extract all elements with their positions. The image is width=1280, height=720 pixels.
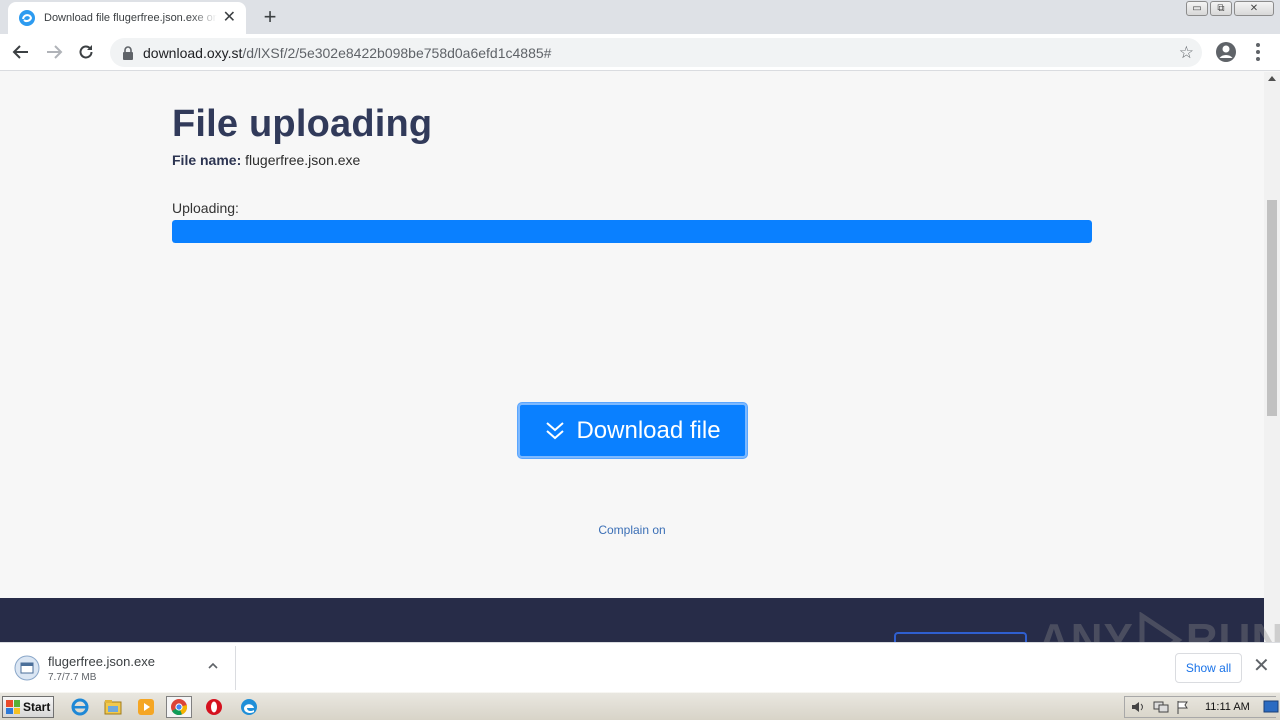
page-title: File uploading: [172, 103, 433, 145]
upload-progress-bar: [172, 220, 1092, 243]
double-chevron-down-icon: [546, 421, 565, 439]
download-item-size: 7.7/7.7 MB: [48, 671, 97, 683]
start-button[interactable]: Start: [2, 696, 54, 718]
ie-icon[interactable]: [67, 696, 93, 718]
file-name-value: flugerfree.json.exe: [245, 152, 361, 168]
url-path: /d/lXSf/2/5e302e8422b098be758d0a6efd1c48…: [242, 44, 552, 61]
browser-toolbar: download.oxy.st/d/lXSf/2/5e302e8422b098b…: [0, 34, 1280, 71]
uploading-label: Uploading:: [172, 200, 239, 216]
url-text: download.oxy.st/d/lXSf/2/5e302e8422b098b…: [143, 45, 551, 61]
bookmark-star-icon[interactable]: ☆: [1179, 44, 1194, 61]
forward-button[interactable]: [42, 40, 66, 64]
chrome-icon[interactable]: [166, 696, 192, 718]
network-icon[interactable]: [1153, 700, 1169, 714]
taskbar: Start 11:11 AM: [0, 692, 1280, 720]
tab-close-icon[interactable]: ✕: [223, 10, 236, 26]
scroll-up-arrow-icon[interactable]: [1268, 76, 1276, 81]
footer-button[interactable]: [894, 632, 1027, 642]
reload-button[interactable]: [74, 40, 98, 64]
file-icon: [14, 655, 40, 681]
reload-icon: [79, 45, 93, 59]
upload-progress-fill: [172, 220, 1092, 243]
restore-button[interactable]: ⧉: [1210, 1, 1232, 16]
browser-tab[interactable]: Download file flugerfree.json.exe on oxy…: [8, 2, 246, 34]
show-all-button[interactable]: Show all: [1175, 653, 1242, 683]
system-tray: 11:11 AM: [1124, 696, 1279, 718]
show-desktop-icon[interactable]: [1263, 700, 1279, 714]
url-host: download.oxy.st: [143, 44, 243, 61]
download-item[interactable]: flugerfree.json.exe 7.7/7.7 MB: [6, 646, 236, 690]
action-center-flag-icon[interactable]: [1175, 700, 1191, 714]
file-name-label: File name:: [172, 152, 242, 168]
tab-title: Download file flugerfree.json.exe on oxy…: [44, 12, 217, 24]
explorer-icon[interactable]: [100, 696, 126, 718]
window-close-button[interactable]: ✕: [1234, 1, 1274, 16]
complain-link[interactable]: Complain on: [0, 523, 1264, 537]
edge-icon[interactable]: [236, 696, 262, 718]
page-scrollbar[interactable]: [1264, 72, 1280, 642]
menu-icon[interactable]: [1248, 40, 1268, 64]
lock-icon: [123, 45, 133, 60]
new-tab-button[interactable]: +: [258, 5, 282, 29]
download-file-label: Download file: [576, 416, 721, 444]
start-label: Start: [23, 700, 51, 714]
download-item-text: flugerfree.json.exe 7.7/7.7 MB: [48, 654, 155, 683]
page-viewport: File uploading File name: flugerfree.jso…: [0, 72, 1264, 642]
download-file-button[interactable]: Download file: [518, 403, 747, 458]
downloads-shelf: flugerfree.json.exe 7.7/7.7 MB Show all …: [0, 642, 1280, 692]
back-button[interactable]: [9, 40, 33, 64]
scroll-thumb[interactable]: [1267, 200, 1277, 416]
forward-arrow-icon: [47, 45, 63, 59]
download-item-name: flugerfree.json.exe: [48, 653, 155, 669]
file-name-line: File name: flugerfree.json.exe: [172, 152, 360, 168]
profile-icon[interactable]: [1214, 40, 1238, 64]
tab-strip: Download file flugerfree.json.exe on oxy…: [0, 0, 1280, 34]
chevron-up-icon[interactable]: [207, 660, 219, 672]
back-arrow-icon: [12, 45, 28, 59]
taskbar-clock: 11:11 AM: [1205, 701, 1250, 713]
opera-icon[interactable]: [201, 696, 227, 718]
window-controls: ▭ ⧉ ✕: [1186, 1, 1274, 16]
media-player-icon[interactable]: [133, 696, 159, 718]
minimize-button[interactable]: ▭: [1186, 1, 1208, 16]
address-bar[interactable]: download.oxy.st/d/lXSf/2/5e302e8422b098b…: [110, 38, 1202, 67]
oxy-favicon-icon: [19, 10, 35, 26]
volume-icon[interactable]: [1131, 700, 1147, 714]
shelf-close-icon[interactable]: ✕: [1253, 656, 1270, 676]
windows-logo-icon: [6, 700, 20, 714]
